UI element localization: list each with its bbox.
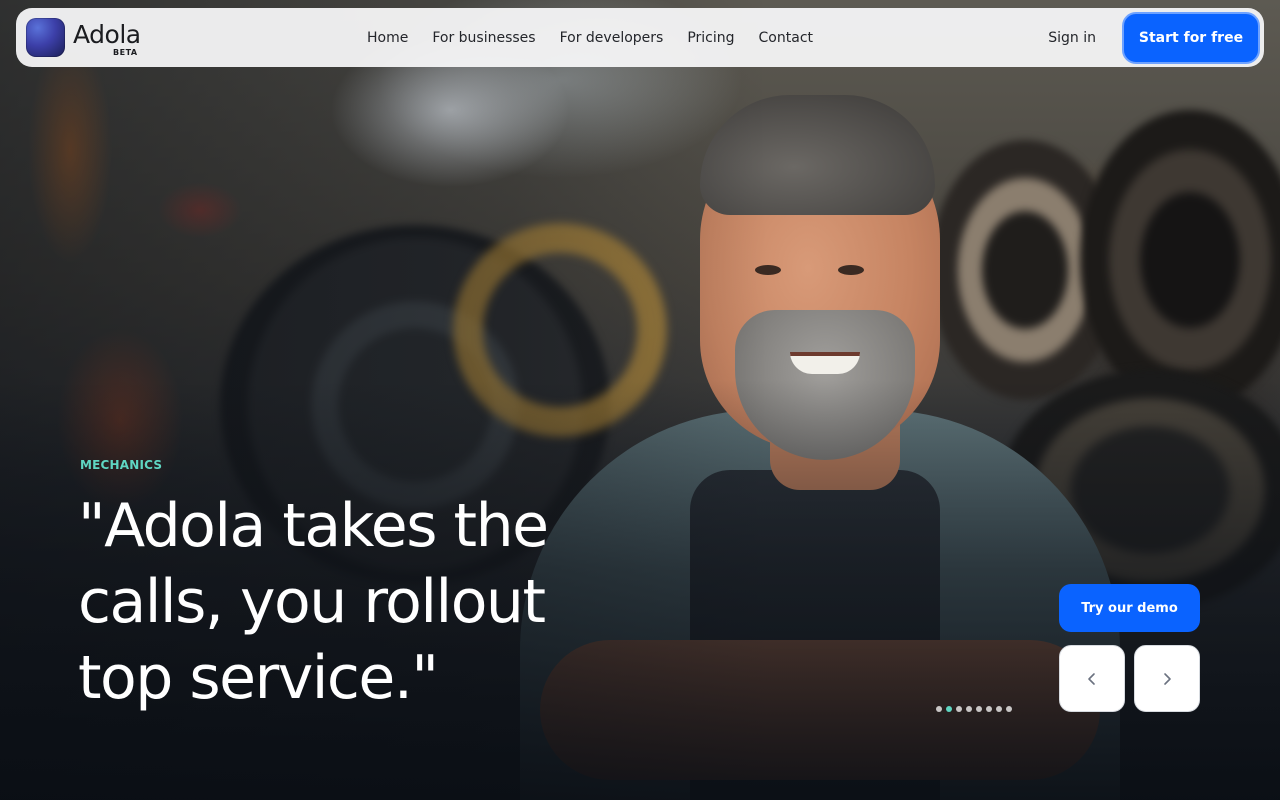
carousel-dot[interactable] [966, 706, 972, 712]
nav-link-for-businesses[interactable]: For businesses [420, 30, 547, 46]
logo-wordmark: Adola BETA [73, 18, 143, 58]
hero-headline: "Adola takes the calls, you rollout top … [78, 491, 549, 713]
main-nav: Home For businesses For developers Prici… [355, 8, 825, 67]
nav-link-pricing[interactable]: Pricing [675, 30, 746, 46]
try-demo-button[interactable]: Try our demo [1059, 584, 1200, 632]
carousel-dot[interactable] [936, 706, 942, 712]
carousel-pagination [936, 706, 1012, 712]
carousel-dot[interactable] [1006, 706, 1012, 712]
brand-logo-link[interactable]: Adola BETA [26, 18, 143, 58]
brand-name: Adola [73, 19, 141, 49]
start-for-free-button[interactable]: Start for free [1122, 11, 1260, 64]
carousel-dot[interactable] [986, 706, 992, 712]
nav-link-home[interactable]: Home [355, 30, 420, 46]
carousel-prev-button[interactable] [1059, 645, 1125, 712]
nav-actions: Sign in Start for free [1048, 11, 1260, 64]
carousel-dot[interactable] [946, 706, 952, 712]
carousel-dot[interactable] [956, 706, 962, 712]
navbar: Adola BETA Home For businesses For devel… [16, 8, 1264, 67]
chevron-left-icon [1088, 672, 1095, 685]
nav-link-contact[interactable]: Contact [747, 30, 825, 46]
carousel-dot[interactable] [996, 706, 1002, 712]
beta-badge: BETA [113, 47, 138, 57]
chevron-right-icon [1164, 672, 1171, 685]
nav-link-for-developers[interactable]: For developers [548, 30, 676, 46]
sign-in-link[interactable]: Sign in [1048, 30, 1096, 46]
carousel-dot[interactable] [976, 706, 982, 712]
carousel-next-button[interactable] [1134, 645, 1200, 712]
logo-icon [26, 18, 65, 57]
hero-category-label: MECHANICS [80, 458, 163, 472]
